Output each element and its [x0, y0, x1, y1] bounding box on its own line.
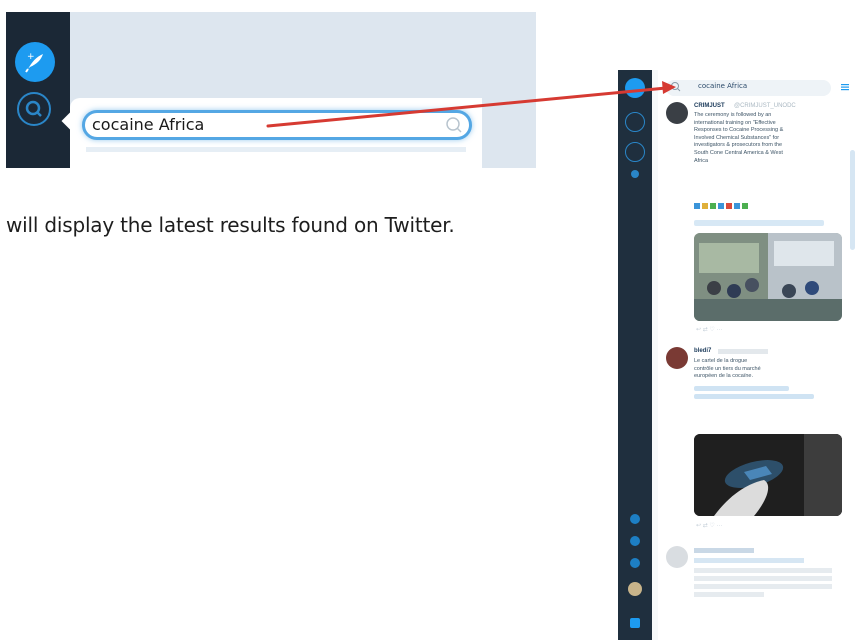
pointer-arrow: [266, 81, 676, 128]
